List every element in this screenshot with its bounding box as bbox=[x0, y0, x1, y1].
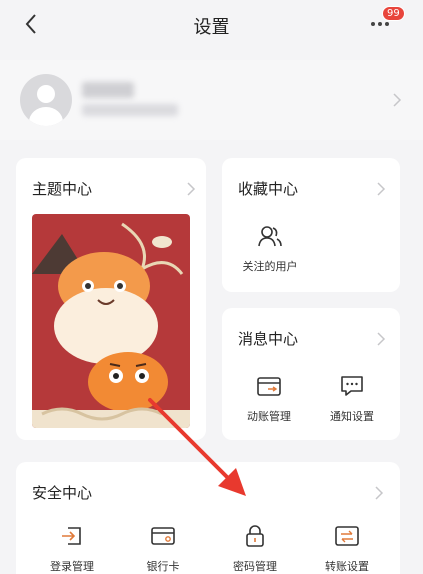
chevron-right-icon bbox=[187, 182, 196, 196]
account-activity-tile[interactable]: 动账管理 bbox=[229, 374, 309, 424]
card-title: 收藏中心 bbox=[238, 180, 299, 198]
account-activity-icon bbox=[257, 377, 281, 396]
username-obscured bbox=[82, 82, 134, 98]
avatar bbox=[20, 74, 72, 126]
bank-card-tile[interactable]: 银行卡 bbox=[123, 524, 203, 574]
followed-users-tile[interactable]: 关注的用户 bbox=[230, 224, 310, 274]
top-bar: 设置 99 bbox=[0, 0, 423, 50]
notification-settings-tile[interactable]: 通知设置 bbox=[312, 374, 392, 424]
card-title: 主题中心 bbox=[32, 180, 93, 198]
chevron-right-icon bbox=[377, 332, 386, 346]
login-icon bbox=[62, 527, 81, 545]
tile-label: 转账设置 bbox=[325, 560, 369, 573]
more-icon bbox=[371, 22, 389, 26]
message-count-badge: 99 bbox=[382, 6, 405, 21]
bank-card-icon bbox=[151, 527, 175, 545]
tile-label: 密码管理 bbox=[233, 560, 277, 573]
page-title: 设置 bbox=[193, 17, 230, 38]
tile-label: 关注的用户 bbox=[242, 260, 298, 273]
transfer-icon bbox=[335, 526, 359, 546]
card-title: 消息中心 bbox=[238, 330, 299, 348]
profile-row[interactable] bbox=[0, 60, 423, 140]
chevron-right-icon bbox=[377, 182, 386, 196]
card-title: 安全中心 bbox=[32, 484, 93, 502]
chevron-right-icon bbox=[393, 93, 402, 107]
tile-label: 通知设置 bbox=[330, 410, 374, 423]
followed-users-icon bbox=[258, 226, 282, 247]
favorites-center-card[interactable]: 收藏中心 关注的用户 bbox=[222, 158, 400, 292]
login-management-tile[interactable]: 登录管理 bbox=[32, 524, 112, 574]
security-center-card[interactable]: 安全中心 登录管理 银行卡 密码管理 转账设置 bbox=[16, 462, 400, 574]
tiger-theme-image[interactable] bbox=[32, 214, 190, 428]
tile-label: 动账管理 bbox=[247, 410, 291, 423]
more-button[interactable]: 99 bbox=[370, 6, 405, 38]
account-obscured bbox=[82, 104, 178, 116]
message-center-card[interactable]: 消息中心 动账管理 通知设置 bbox=[222, 308, 400, 440]
tile-label: 登录管理 bbox=[50, 560, 94, 573]
notification-bubble-icon bbox=[341, 376, 363, 396]
chevron-right-icon bbox=[375, 486, 384, 500]
password-management-tile[interactable]: 密码管理 bbox=[215, 524, 295, 574]
transfer-settings-tile[interactable]: 转账设置 bbox=[307, 524, 387, 574]
theme-center-card[interactable]: 主题中心 bbox=[16, 158, 206, 440]
tile-label: 银行卡 bbox=[146, 560, 180, 573]
lock-icon bbox=[246, 525, 264, 547]
